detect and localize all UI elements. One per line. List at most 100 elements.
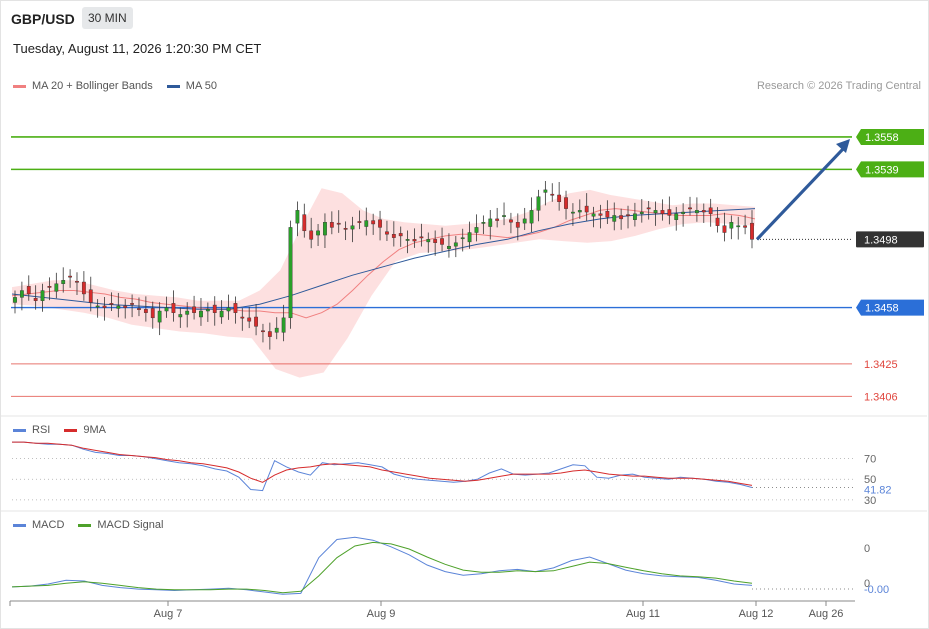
candle-body xyxy=(715,217,720,226)
candle-body xyxy=(536,196,541,211)
level-label-4: 1.3425 xyxy=(864,359,898,371)
candle-body xyxy=(302,214,307,232)
candle-body xyxy=(226,307,231,312)
candle-body xyxy=(433,239,438,243)
candle-body xyxy=(674,213,679,220)
price-panel: 1.3558 1.3539 1.3498 1.3458 1.3425 1.3406 xyxy=(1,128,927,512)
candle-body xyxy=(626,214,630,217)
candle-body xyxy=(419,236,424,239)
candle-body xyxy=(343,228,348,230)
candle-body xyxy=(391,234,396,238)
candle-body xyxy=(19,290,24,298)
candle-body xyxy=(743,225,748,228)
candle-body xyxy=(515,222,520,228)
macd-tick-label: 0 xyxy=(864,543,870,555)
candle-body xyxy=(550,193,555,196)
candle-body xyxy=(205,309,210,312)
x-tick-label: Aug 7 xyxy=(154,608,183,620)
projection-arrow-shaft xyxy=(755,146,846,241)
candle-body xyxy=(440,238,444,245)
candle-body xyxy=(61,280,66,284)
candle-body xyxy=(164,307,169,312)
candle-body xyxy=(109,303,114,305)
candle-body xyxy=(192,306,196,313)
candle-body xyxy=(157,310,162,323)
candle-body xyxy=(639,211,644,214)
candle-body xyxy=(460,237,465,240)
candle-body xyxy=(199,310,203,318)
candle-body xyxy=(336,222,341,225)
candle-body xyxy=(564,197,568,209)
candle-body xyxy=(81,281,86,295)
candle-body xyxy=(750,222,754,240)
candle-body xyxy=(350,225,355,230)
level-label-5: 1.3406 xyxy=(864,391,898,403)
candle-body xyxy=(178,314,183,318)
candle-body xyxy=(47,286,52,288)
candle-body xyxy=(13,297,17,303)
candle-body xyxy=(633,213,637,220)
level-label-3: 1.3458 xyxy=(865,303,899,315)
candle-body xyxy=(557,194,562,203)
candle-body xyxy=(694,210,699,214)
bollinger-band xyxy=(12,188,755,378)
candle-body xyxy=(288,227,293,319)
candle-body xyxy=(688,207,692,210)
candle-body xyxy=(364,220,369,227)
candle-body xyxy=(75,280,79,283)
candle-body xyxy=(598,213,603,216)
candle-body xyxy=(667,209,672,216)
candle-body xyxy=(701,210,706,213)
candle-body xyxy=(171,303,176,313)
candle-body xyxy=(102,305,107,308)
candle-body xyxy=(474,227,479,233)
candle-body xyxy=(281,317,286,333)
macd-current-label: -0.00 xyxy=(864,584,889,596)
x-tick-label: Aug 12 xyxy=(739,608,774,620)
candle-body xyxy=(95,305,100,308)
candle-body xyxy=(54,283,59,292)
candle-body xyxy=(736,225,741,228)
candle-body xyxy=(316,230,320,236)
candle-body xyxy=(646,207,651,210)
candle-body xyxy=(267,331,272,337)
candle-body xyxy=(295,210,300,224)
candle-body xyxy=(329,222,334,228)
candle-body xyxy=(571,211,575,214)
candle-body xyxy=(522,218,527,224)
candle-body xyxy=(722,225,727,233)
candle-body xyxy=(274,327,279,333)
chart-canvas[interactable]: 1.3558 1.3539 1.3498 1.3458 1.3425 1.3406 705… xyxy=(0,0,929,629)
candle-body xyxy=(577,210,582,213)
x-axis: Aug 7 Aug 9 Aug 11 Aug 12 Aug 26 xyxy=(9,600,855,620)
x-tick-label: Aug 11 xyxy=(626,608,660,620)
candle-body xyxy=(660,210,665,214)
candle-body xyxy=(150,308,155,319)
candle-body xyxy=(123,305,128,308)
candle-body xyxy=(453,242,458,247)
candle-body xyxy=(509,219,513,223)
candle-body xyxy=(426,239,431,243)
candle-body xyxy=(591,213,596,217)
candle-body xyxy=(219,310,224,318)
candle-body xyxy=(605,210,610,218)
candle-body xyxy=(130,303,134,305)
candle-body xyxy=(137,308,141,310)
level-label-0: 1.3558 xyxy=(865,132,899,144)
rsi-current-label: 41.82 xyxy=(864,485,892,497)
rsi-line xyxy=(12,441,753,492)
candle-body xyxy=(502,215,506,217)
candle-body xyxy=(143,309,148,313)
x-tick-label: Aug 26 xyxy=(809,608,844,620)
candle-body xyxy=(398,233,403,237)
x-tick-label: Aug 9 xyxy=(367,608,396,620)
candle-body xyxy=(88,289,93,303)
candle-body xyxy=(33,298,38,301)
candle-body xyxy=(385,231,389,235)
candle-body xyxy=(729,222,734,229)
candle-body xyxy=(708,207,713,214)
rsi-panel: 70503041.82 xyxy=(12,441,892,507)
last-price-label: 1.3498 xyxy=(864,234,898,246)
candle-body xyxy=(261,330,265,333)
candle-body xyxy=(412,239,417,242)
